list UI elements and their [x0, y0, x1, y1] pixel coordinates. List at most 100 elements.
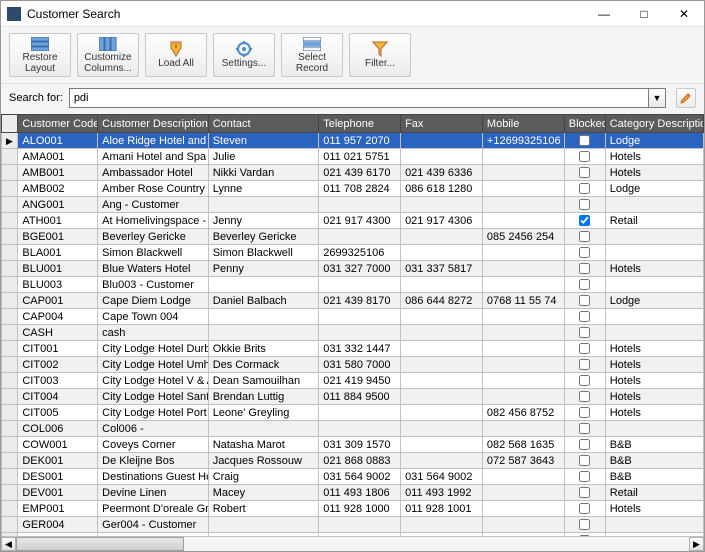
cell-contact[interactable]: Steven — [208, 133, 319, 149]
blocked-checkbox[interactable] — [579, 199, 590, 210]
filter-button[interactable]: Filter... — [349, 33, 411, 77]
col-customer-code[interactable]: Customer Code — [18, 115, 98, 133]
cell-description[interactable]: City Lodge Hotel Santon, Mi — [98, 389, 209, 405]
blocked-checkbox[interactable] — [579, 327, 590, 338]
cell-contact[interactable]: Beverley Gericke — [208, 229, 319, 245]
table-row[interactable]: CIT003City Lodge Hotel V & A WaterfrontD… — [2, 373, 704, 389]
blocked-checkbox[interactable] — [579, 391, 590, 402]
cell-code[interactable]: COL006 — [18, 421, 98, 437]
cell-mobile[interactable] — [482, 357, 564, 373]
cell-code[interactable]: ANG001 — [18, 197, 98, 213]
cell-category[interactable]: Hotels — [605, 261, 703, 277]
cell-category[interactable] — [605, 421, 703, 437]
cell-blocked[interactable] — [564, 133, 605, 149]
blocked-checkbox[interactable] — [579, 439, 590, 450]
row-indicator[interactable] — [2, 133, 18, 149]
cell-code[interactable]: AMB002 — [18, 181, 98, 197]
cell-mobile[interactable] — [482, 277, 564, 293]
blocked-checkbox[interactable] — [579, 279, 590, 290]
cell-mobile[interactable] — [482, 181, 564, 197]
cell-description[interactable]: Cape Town 004 — [98, 309, 209, 325]
cell-code[interactable]: COW001 — [18, 437, 98, 453]
load-all-button[interactable]: Load All — [145, 33, 207, 77]
blocked-checkbox[interactable] — [579, 167, 590, 178]
cell-mobile[interactable] — [482, 517, 564, 533]
cell-mobile[interactable] — [482, 213, 564, 229]
row-indicator[interactable] — [2, 501, 18, 517]
cell-mobile[interactable] — [482, 421, 564, 437]
cell-code[interactable]: CIT002 — [18, 357, 98, 373]
cell-telephone[interactable] — [319, 517, 401, 533]
cell-blocked[interactable] — [564, 437, 605, 453]
cell-code[interactable]: CASH — [18, 325, 98, 341]
table-row[interactable]: CASHcash — [2, 325, 704, 341]
cell-description[interactable]: City Lodge Hotel V & A Waterfront — [98, 373, 209, 389]
cell-contact[interactable]: Okkie Brits — [208, 341, 319, 357]
cell-code[interactable]: DEV001 — [18, 485, 98, 501]
cell-code[interactable]: CAP004 — [18, 309, 98, 325]
cell-telephone[interactable]: 021 419 9450 — [319, 373, 401, 389]
cell-description[interactable]: Beverley Gericke — [98, 229, 209, 245]
cell-category[interactable]: Hotels — [605, 149, 703, 165]
row-indicator[interactable] — [2, 421, 18, 437]
cell-category[interactable]: Hotels — [605, 165, 703, 181]
hscroll-right-arrow[interactable]: ▶ — [689, 537, 704, 551]
cell-telephone[interactable]: 011 884 9500 — [319, 389, 401, 405]
blocked-checkbox[interactable] — [579, 311, 590, 322]
cell-telephone[interactable] — [319, 421, 401, 437]
cell-blocked[interactable] — [564, 165, 605, 181]
cell-blocked[interactable] — [564, 293, 605, 309]
cell-telephone[interactable] — [319, 277, 401, 293]
cell-contact[interactable]: Simon Blackwell — [208, 245, 319, 261]
cell-description[interactable]: City Lodge Hotel Durban — [98, 341, 209, 357]
cell-contact[interactable] — [208, 421, 319, 437]
cell-category[interactable]: Lodge — [605, 293, 703, 309]
cell-description[interactable]: Amani Hotel and Spa — [98, 149, 209, 165]
table-row[interactable]: BGE001Beverley GerickeBeverley Gericke08… — [2, 229, 704, 245]
table-row[interactable]: BLA001Simon BlackwellSimon Blackwell2699… — [2, 245, 704, 261]
cell-mobile[interactable] — [482, 149, 564, 165]
blocked-checkbox[interactable] — [579, 215, 590, 226]
cell-telephone[interactable] — [319, 309, 401, 325]
cell-description[interactable]: Ambassador Hotel — [98, 165, 209, 181]
cell-code[interactable]: CIT003 — [18, 373, 98, 389]
blocked-checkbox[interactable] — [579, 151, 590, 162]
cell-blocked[interactable] — [564, 325, 605, 341]
cell-code[interactable]: CIT004 — [18, 389, 98, 405]
cell-blocked[interactable] — [564, 373, 605, 389]
blocked-checkbox[interactable] — [579, 247, 590, 258]
cell-telephone[interactable]: 011 493 1806 — [319, 485, 401, 501]
cell-contact[interactable] — [208, 325, 319, 341]
table-row[interactable]: CAP001Cape Diem LodgeDaniel Balbach021 4… — [2, 293, 704, 309]
table-row[interactable]: AMA001Amani Hotel and SpaJulie011 021 57… — [2, 149, 704, 165]
row-indicator[interactable] — [2, 325, 18, 341]
cell-mobile[interactable]: 082 568 1635 — [482, 437, 564, 453]
cell-fax[interactable] — [401, 517, 483, 533]
table-row[interactable]: ALO001Aloe Ridge Hotel and GameSteven011… — [2, 133, 704, 149]
cell-fax[interactable]: 031 337 5817 — [401, 261, 483, 277]
cell-telephone[interactable]: 031 332 1447 — [319, 341, 401, 357]
cell-fax[interactable] — [401, 357, 483, 373]
row-indicator[interactable] — [2, 309, 18, 325]
cell-contact[interactable] — [208, 517, 319, 533]
cell-mobile[interactable]: 072 587 3643 — [482, 453, 564, 469]
cell-blocked[interactable] — [564, 421, 605, 437]
cell-category[interactable]: B&B — [605, 469, 703, 485]
cell-contact[interactable]: Dean Samouilhan — [208, 373, 319, 389]
cell-category[interactable] — [605, 325, 703, 341]
cell-blocked[interactable] — [564, 229, 605, 245]
cell-contact[interactable]: Nikki Vardan — [208, 165, 319, 181]
row-indicator[interactable] — [2, 437, 18, 453]
cell-fax[interactable] — [401, 149, 483, 165]
cell-code[interactable]: AMA001 — [18, 149, 98, 165]
row-header-col[interactable] — [2, 115, 18, 133]
cell-fax[interactable] — [401, 437, 483, 453]
cell-mobile[interactable]: 085 2456 254 — [482, 229, 564, 245]
cell-blocked[interactable] — [564, 389, 605, 405]
cell-fax[interactable]: 031 564 9002 — [401, 469, 483, 485]
blocked-checkbox[interactable] — [579, 343, 590, 354]
cell-blocked[interactable] — [564, 309, 605, 325]
cell-description[interactable]: At Homelivingspace - Willow — [98, 213, 209, 229]
row-indicator[interactable] — [2, 277, 18, 293]
blocked-checkbox[interactable] — [579, 183, 590, 194]
